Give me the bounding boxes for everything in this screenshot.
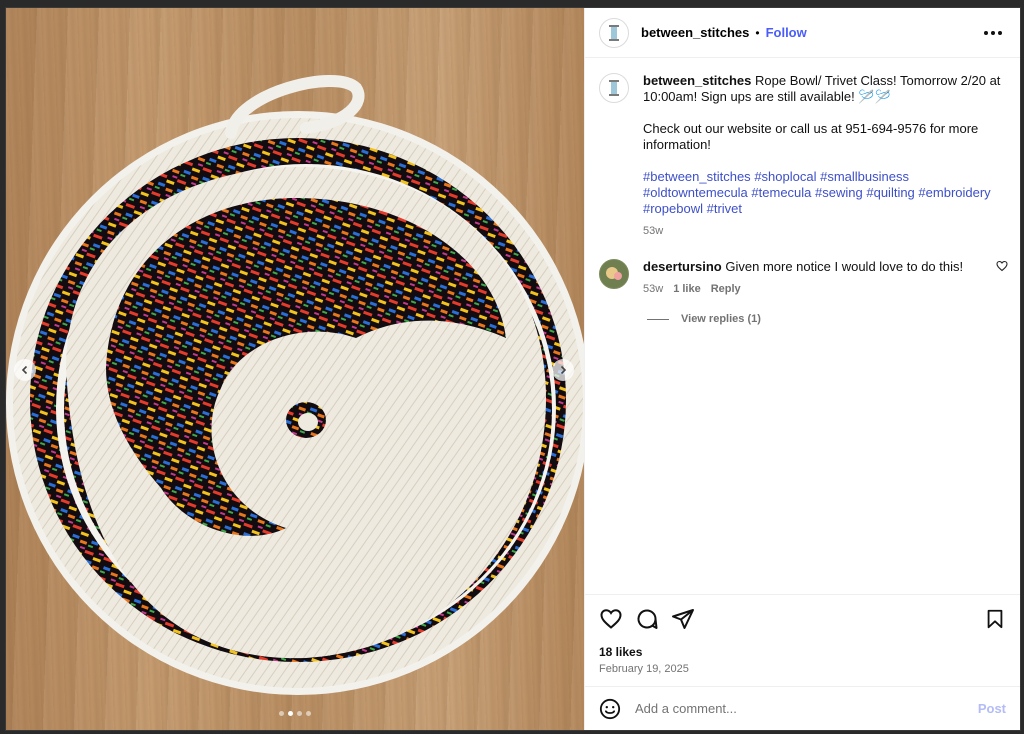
next-slide-button[interactable] xyxy=(552,359,574,381)
caption-text: between_stitches Rope Bowl/ Trivet Class… xyxy=(643,73,1003,239)
like-count[interactable]: 18 likes xyxy=(599,645,1006,659)
hashtag[interactable]: #oldtowntemecula xyxy=(643,185,748,200)
more-options-button[interactable] xyxy=(980,27,1006,39)
comment-input[interactable] xyxy=(635,701,978,716)
carousel-dot xyxy=(279,711,284,716)
rope-bowl-photo xyxy=(6,75,584,695)
action-bar: 18 likes February 19, 2025 xyxy=(585,594,1020,686)
more-dot xyxy=(991,30,995,35)
follow-button[interactable]: Follow xyxy=(766,25,807,40)
comment-timestamp[interactable]: 53w xyxy=(643,281,663,297)
chevron-right-icon xyxy=(560,365,567,375)
hashtag[interactable]: #temecula xyxy=(751,185,811,200)
hashtags: #between_stitches #shoplocal #smallbusin… xyxy=(643,169,1003,217)
comment-item: desertursino Given more notice I would l… xyxy=(599,259,1008,297)
heart-icon xyxy=(996,260,1008,272)
comment-like-count[interactable]: 1 like xyxy=(673,281,701,297)
view-replies-label: View replies (1) xyxy=(681,313,761,325)
hashtag[interactable]: #shoplocal xyxy=(754,169,816,184)
caption: between_stitches Rope Bowl/ Trivet Class… xyxy=(599,73,1006,239)
comment-like-button[interactable] xyxy=(996,259,1008,277)
replies-divider xyxy=(647,318,669,320)
carousel-dot-active xyxy=(288,711,293,716)
separator-dot: • xyxy=(755,25,760,40)
comment-icon xyxy=(637,609,658,629)
carousel-dot xyxy=(297,711,302,716)
comment-meta: 53w 1 like Reply xyxy=(643,281,1003,297)
flower-avatar-icon xyxy=(600,260,628,288)
carousel-dot xyxy=(306,711,311,716)
reply-button[interactable]: Reply xyxy=(711,281,741,297)
comments-section[interactable]: between_stitches Rope Bowl/ Trivet Class… xyxy=(585,59,1020,594)
commenter-avatar[interactable] xyxy=(599,259,629,289)
comment-body: desertursino Given more notice I would l… xyxy=(643,259,1003,297)
smiley-icon xyxy=(599,698,621,719)
save-button[interactable] xyxy=(984,608,1006,630)
comment-button[interactable] xyxy=(635,607,659,631)
commenter-username[interactable]: desertursino xyxy=(643,259,722,274)
avatar[interactable] xyxy=(599,73,629,103)
comment-composer: Post xyxy=(585,686,1020,730)
post-modal: between_stitches • Follow between_stitch… xyxy=(6,8,1020,730)
spool-logo-icon xyxy=(609,80,619,96)
chevron-left-icon xyxy=(21,365,28,375)
post-date[interactable]: February 19, 2025 xyxy=(599,663,1006,675)
post-sidebar: between_stitches • Follow between_stitch… xyxy=(584,8,1020,730)
hashtag[interactable]: #quilting xyxy=(866,185,914,200)
caption-timestamp[interactable]: 53w xyxy=(643,223,1003,239)
caption-line-2: Check out our website or call us at 951-… xyxy=(643,121,979,152)
hashtag[interactable]: #smallbusiness xyxy=(820,169,909,184)
post-comment-button[interactable]: Post xyxy=(978,701,1006,716)
emoji-button[interactable] xyxy=(599,698,621,720)
spool-logo-icon xyxy=(609,24,619,41)
hashtag[interactable]: #sewing xyxy=(815,185,863,200)
caption-username[interactable]: between_stitches xyxy=(643,73,751,88)
carousel-indicator xyxy=(6,711,584,716)
share-button[interactable] xyxy=(671,607,695,631)
post-header: between_stitches • Follow xyxy=(585,8,1020,58)
post-media[interactable] xyxy=(6,8,584,730)
hashtag[interactable]: #embroidery xyxy=(918,185,990,200)
bookmark-icon xyxy=(987,609,1003,629)
avatar[interactable] xyxy=(599,17,629,48)
hashtag[interactable]: #ropebowl xyxy=(643,201,703,216)
like-button[interactable] xyxy=(599,607,623,631)
hashtag[interactable]: #trivet xyxy=(707,201,742,216)
more-dot xyxy=(998,30,1002,35)
comment-text: Given more notice I would love to do thi… xyxy=(725,259,964,274)
paper-plane-icon xyxy=(672,609,694,629)
view-replies-button[interactable]: View replies (1) xyxy=(647,313,1006,325)
hashtag[interactable]: #between_stitches xyxy=(643,169,751,184)
previous-slide-button[interactable] xyxy=(14,359,36,381)
heart-icon xyxy=(600,609,622,629)
more-options-icon xyxy=(984,30,988,35)
post-username[interactable]: between_stitches xyxy=(641,25,749,40)
